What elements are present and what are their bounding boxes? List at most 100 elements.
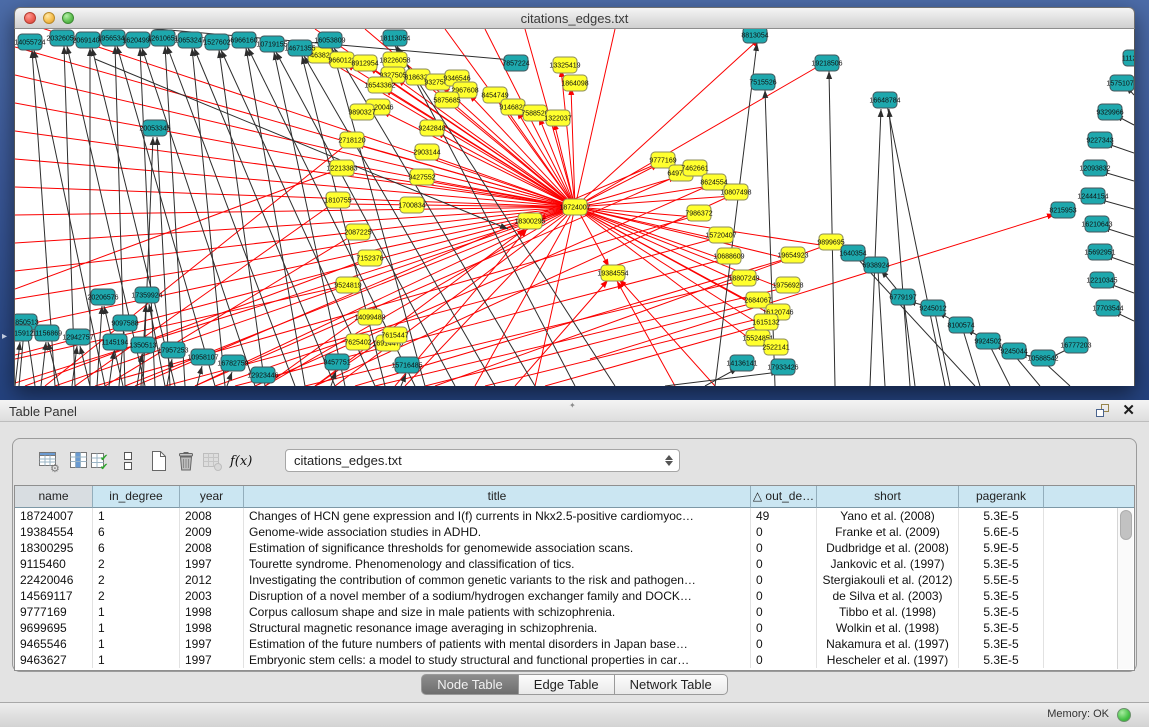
table-cell-year[interactable]: 2008 bbox=[180, 508, 244, 524]
network-node[interactable]: 16777203 bbox=[1060, 337, 1091, 353]
table-cell-title[interactable]: Investigating the contribution of common… bbox=[244, 572, 751, 588]
column-header-in_degree[interactable]: in_degree bbox=[93, 486, 180, 508]
table-cell-short[interactable]: de Silva et al. (2003) bbox=[817, 588, 959, 604]
network-node[interactable]: 5875685 bbox=[433, 92, 460, 108]
table-cell-name[interactable]: 9465546 bbox=[15, 636, 93, 652]
table-cell-in_degree[interactable]: 1 bbox=[93, 652, 180, 668]
delete-icon[interactable] bbox=[173, 448, 199, 474]
network-node[interactable]: 1700834 bbox=[398, 197, 425, 213]
splitter-grip[interactable]: ✦ bbox=[569, 401, 576, 410]
table-cell-name[interactable]: 14569117 bbox=[15, 588, 93, 604]
table-cell-year[interactable]: 1997 bbox=[180, 652, 244, 668]
network-edge[interactable] bbox=[619, 279, 715, 386]
network-edge[interactable] bbox=[25, 258, 370, 386]
network-node[interactable]: 10688609 bbox=[713, 248, 744, 264]
network-node[interactable]: 16210643 bbox=[1081, 216, 1112, 232]
table-cell-title[interactable]: Changes of HCN gene expression and I(f) … bbox=[244, 508, 751, 524]
network-node[interactable]: 2903144 bbox=[413, 144, 440, 160]
table-cell-name[interactable]: 9115460 bbox=[15, 556, 93, 572]
network-node[interactable]: 7462661 bbox=[681, 160, 708, 176]
table-cell-name[interactable]: 18724007 bbox=[15, 508, 93, 524]
function-builder-icon[interactable]: f(x) bbox=[228, 448, 254, 474]
network-node[interactable]: 19218506 bbox=[811, 55, 842, 71]
network-edge[interactable] bbox=[575, 39, 759, 207]
network-node[interactable]: 7857224 bbox=[502, 55, 529, 71]
table-cell-title[interactable]: Estimation of the future numbers of pati… bbox=[244, 636, 751, 652]
table-selector-dropdown[interactable]: citations_edges.txt bbox=[285, 449, 680, 472]
network-edge[interactable] bbox=[575, 29, 615, 207]
table-cell-pagerank[interactable]: 5.3E-5 bbox=[959, 508, 1044, 524]
network-node[interactable]: 9899695 bbox=[817, 234, 844, 250]
table-cell-pagerank[interactable]: 5.3E-5 bbox=[959, 588, 1044, 604]
network-node[interactable]: 9427552 bbox=[408, 169, 435, 185]
network-edge[interactable] bbox=[117, 46, 215, 386]
network-node[interactable]: 1322037 bbox=[544, 110, 571, 126]
table-cell-name[interactable]: 22420046 bbox=[15, 572, 93, 588]
network-node[interactable]: 8912954 bbox=[351, 55, 378, 71]
table-cell-name[interactable]: 9463627 bbox=[15, 652, 93, 668]
network-node[interactable]: 19756928 bbox=[772, 277, 803, 293]
table-cell-out_degree[interactable]: 0 bbox=[751, 620, 817, 636]
network-node[interactable]: 9329966 bbox=[1096, 104, 1123, 120]
table-cell-short[interactable]: Stergiakouli et al. (2012) bbox=[817, 572, 959, 588]
table-cell-name[interactable]: 18300295 bbox=[15, 540, 93, 556]
table-cell-in_degree[interactable]: 2 bbox=[93, 572, 180, 588]
table-cell-year[interactable]: 2003 bbox=[180, 588, 244, 604]
table-cell-title[interactable]: Tourette syndrome. Phenomenology and cla… bbox=[244, 556, 751, 572]
table-cell-short[interactable]: Dudbridge et al. (2008) bbox=[817, 540, 959, 556]
network-node[interactable]: 14136141 bbox=[726, 355, 757, 371]
network-node[interactable]: 1350513 bbox=[129, 337, 156, 353]
table-row[interactable]: 977716911998Corpus callosum shape and si… bbox=[15, 604, 1134, 620]
network-edge[interactable] bbox=[870, 109, 881, 386]
column-header-short[interactable]: short bbox=[817, 486, 959, 508]
network-node[interactable]: 19654923 bbox=[777, 247, 808, 263]
table-cell-year[interactable]: 2009 bbox=[180, 524, 244, 540]
network-node[interactable]: 16543362 bbox=[364, 77, 395, 93]
network-edge[interactable] bbox=[192, 48, 225, 386]
table-cell-pagerank[interactable]: 5.3E-5 bbox=[959, 604, 1044, 620]
network-node[interactable]: 2087225 bbox=[344, 224, 371, 240]
table-cell-year[interactable]: 2008 bbox=[180, 540, 244, 556]
network-node[interactable]: 1810755 bbox=[324, 192, 351, 208]
table-cell-name[interactable]: 19384554 bbox=[15, 524, 93, 540]
table-cell-pagerank[interactable]: 5.3E-5 bbox=[959, 620, 1044, 636]
table-cell-out_degree[interactable]: 0 bbox=[751, 604, 817, 620]
network-node[interactable]: 7615447 bbox=[381, 327, 408, 343]
network-edge[interactable] bbox=[889, 109, 910, 386]
table-cell-year[interactable]: 2012 bbox=[180, 572, 244, 588]
network-node[interactable]: 6966160 bbox=[230, 32, 257, 48]
network-node[interactable]: 17933426 bbox=[767, 359, 798, 375]
close-panel-icon[interactable]: ✕ bbox=[1122, 403, 1135, 418]
network-node[interactable]: 6779197 bbox=[889, 289, 916, 305]
panel-collapse-arrow[interactable]: ▸ bbox=[2, 332, 7, 342]
table-cell-short[interactable]: Wolkin et al. (1998) bbox=[817, 620, 959, 636]
network-node[interactable]: 10958107 bbox=[187, 349, 218, 365]
network-node[interactable]: 14671355 bbox=[284, 40, 315, 56]
network-node[interactable]: 2522141 bbox=[762, 339, 789, 355]
network-node[interactable]: 10588542 bbox=[1027, 350, 1058, 366]
network-node[interactable]: 3915912 bbox=[15, 325, 34, 341]
network-node[interactable]: 12942757 bbox=[62, 329, 93, 345]
network-node[interactable]: 19384554 bbox=[597, 265, 628, 281]
network-node[interactable]: 15716485 bbox=[391, 357, 422, 373]
column-header-year[interactable]: year bbox=[180, 486, 244, 508]
table-cell-in_degree[interactable]: 2 bbox=[93, 588, 180, 604]
tab-network-table[interactable]: Network Table bbox=[615, 674, 728, 695]
network-node[interactable]: 9227343 bbox=[1086, 132, 1113, 148]
table-cell-title[interactable]: Genome-wide association studies in ADHD. bbox=[244, 524, 751, 540]
table-row[interactable]: 911546021997Tourette syndrome. Phenomeno… bbox=[15, 556, 1134, 572]
network-node[interactable]: 1864098 bbox=[561, 75, 588, 91]
network-node[interactable]: 1145194 bbox=[102, 334, 129, 350]
network-node[interactable]: 14099489 bbox=[354, 309, 385, 325]
table-cell-in_degree[interactable]: 1 bbox=[93, 620, 180, 636]
network-node[interactable]: 7152376 bbox=[356, 250, 383, 266]
table-cell-year[interactable]: 1997 bbox=[180, 636, 244, 652]
table-cell-short[interactable]: Yano et al. (2008) bbox=[817, 508, 959, 524]
network-node[interactable]: 16648784 bbox=[869, 92, 900, 108]
network-node[interactable]: 9245044 bbox=[1000, 343, 1027, 359]
table-cell-year[interactable]: 1998 bbox=[180, 620, 244, 636]
network-node[interactable]: 20206576 bbox=[87, 289, 118, 305]
network-node[interactable]: 12210345 bbox=[1086, 272, 1117, 288]
network-node[interactable]: 12093832 bbox=[1079, 160, 1110, 176]
network-node[interactable]: 20053346 bbox=[139, 120, 170, 136]
